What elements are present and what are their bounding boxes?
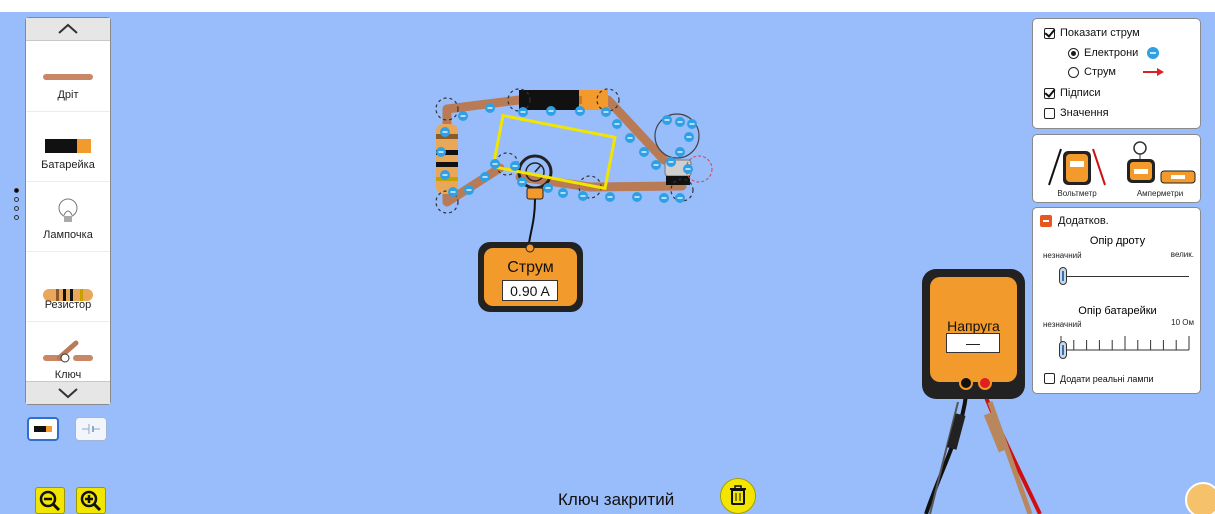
battery-resistance-max-label: 10 Ом [1171,318,1194,327]
zoom-in-button[interactable] [76,487,106,514]
ammeter-icon [1127,141,1196,184]
component-toolbox: Дріт Батарейка Лампочка Резистор Ключ [25,17,111,405]
minus-icon [1040,215,1052,227]
ammeter-reading: 0.90 A [502,280,558,301]
delete-button[interactable] [720,478,756,514]
values-checkbox[interactable]: Значення [1044,107,1109,119]
selection-highlight [491,113,617,191]
electrons-label: Електрони [1084,47,1139,59]
switch-status-text: Ключ закритий [558,490,675,509]
lifelike-view-button[interactable] [27,417,59,441]
phet-menu-button[interactable] [1185,482,1215,514]
light-bulb-icon [58,198,78,222]
battery-resistance-title: Опір батарейки [1078,305,1157,317]
ammeter-tool[interactable]: Амперметри [1121,139,1199,199]
toolbox-item-label: Лампочка [43,229,93,241]
schematic-battery-icon [82,424,100,434]
advanced-collapse-button[interactable]: Додатков. [1040,215,1109,227]
wire-resistance-max-label: велик. [1170,250,1194,259]
play-area[interactable]: Струм 0.90 A Напруга — Дріт Батарейка Ла… [0,12,1215,514]
page-dot[interactable] [14,188,19,193]
battery-resistance-min-label: незначний [1043,320,1082,329]
page-dot[interactable] [14,197,19,202]
toolbox-item-battery[interactable]: Батарейка [26,111,110,182]
real-bulbs-label: Додати реальні лампи [1060,373,1154,384]
battery-component[interactable] [519,90,608,110]
electron-icon [1147,47,1160,59]
toolbox-item-label: Дріт [57,89,79,101]
conventional-current-label: Струм [1084,66,1116,78]
toolbox-item-resistor[interactable]: Резистор [26,251,110,322]
ammeter-tool-label: Амперметри [1136,189,1184,198]
values-label: Значення [1060,107,1109,119]
toolbox-item-wire[interactable]: Дріт [26,41,110,112]
checkbox-box[interactable] [1044,373,1055,384]
voltmeter-tool-label: Вольтметр [1057,189,1097,198]
advanced-panel: Додатков. Опір дроту незначний велик. Оп… [1032,207,1201,394]
labels-checkbox[interactable]: Підписи [1044,87,1101,99]
conventional-current-radio[interactable]: Струм [1068,66,1166,78]
toolbox-item-label: Батарейка [41,159,95,171]
show-current-checkbox[interactable]: Показати струм [1044,27,1140,39]
zoom-out-icon [39,490,61,512]
chevron-up-icon [58,23,78,34]
wire-icon [43,74,93,80]
battery-resistance-ticks [1060,336,1190,351]
view-options-panel: Показати струм Електрони Струм Підписи З… [1032,18,1201,129]
voltmeter-title: Напруга [947,318,1000,334]
ammeter-body[interactable] [478,242,583,312]
radio-dot[interactable] [1068,66,1079,78]
wire-resistance-track[interactable] [1059,276,1189,277]
page-dot[interactable] [14,215,19,220]
toolbox-item-label: Резистор [44,299,92,311]
battery-icon [45,139,91,153]
page-dot[interactable] [14,206,19,211]
toolbox-item-light-bulb[interactable]: Лампочка [26,181,110,252]
toolbox-page-indicator [14,188,22,224]
battery-icon [34,426,52,432]
battery-resistance-slider[interactable] [1059,341,1067,359]
toolbox-scroll-down-button[interactable] [26,381,110,404]
voltmeter-probe-red[interactable] [983,394,1042,514]
voltmeter-icon [1048,148,1106,186]
current-arrow-icon [1142,68,1164,76]
chevron-down-icon [58,388,78,399]
voltmeter-reading: — [946,333,1000,353]
toolbox-scroll-up-button[interactable] [26,18,110,41]
wire-resistance-title: Опір дроту [1089,235,1146,247]
switch-icon [43,340,93,363]
labels-label: Підписи [1060,87,1101,99]
wire-resistance-min-label: незначний [1043,251,1082,260]
schematic-view-button[interactable] [75,417,107,441]
toolbox-item-label: Ключ [54,369,82,381]
zoom-out-button[interactable] [35,487,65,514]
ammeter-title: Струм [507,259,554,276]
resistor-icon [43,289,93,301]
show-current-label: Показати струм [1060,27,1140,39]
voltmeter-probe-black[interactable] [924,394,968,514]
ammeter-probe[interactable] [517,154,553,251]
checkbox-box[interactable] [1044,87,1055,99]
measurement-tools-panel: Вольтметр Амперметри [1032,134,1201,203]
advanced-panel-title: Додатков. [1058,215,1109,227]
voltmeter-tool[interactable]: Вольтметр [1041,139,1113,199]
checkbox-box[interactable] [1044,107,1055,119]
electrons-radio[interactable]: Електрони [1068,46,1162,60]
zoom-in-icon [80,490,102,512]
wire-resistance-slider[interactable] [1059,267,1067,285]
trash-icon [730,485,746,505]
real-bulbs-checkbox[interactable]: Додати реальні лампи [1044,373,1154,384]
checkbox-box[interactable] [1044,27,1055,39]
radio-dot[interactable] [1068,47,1079,59]
